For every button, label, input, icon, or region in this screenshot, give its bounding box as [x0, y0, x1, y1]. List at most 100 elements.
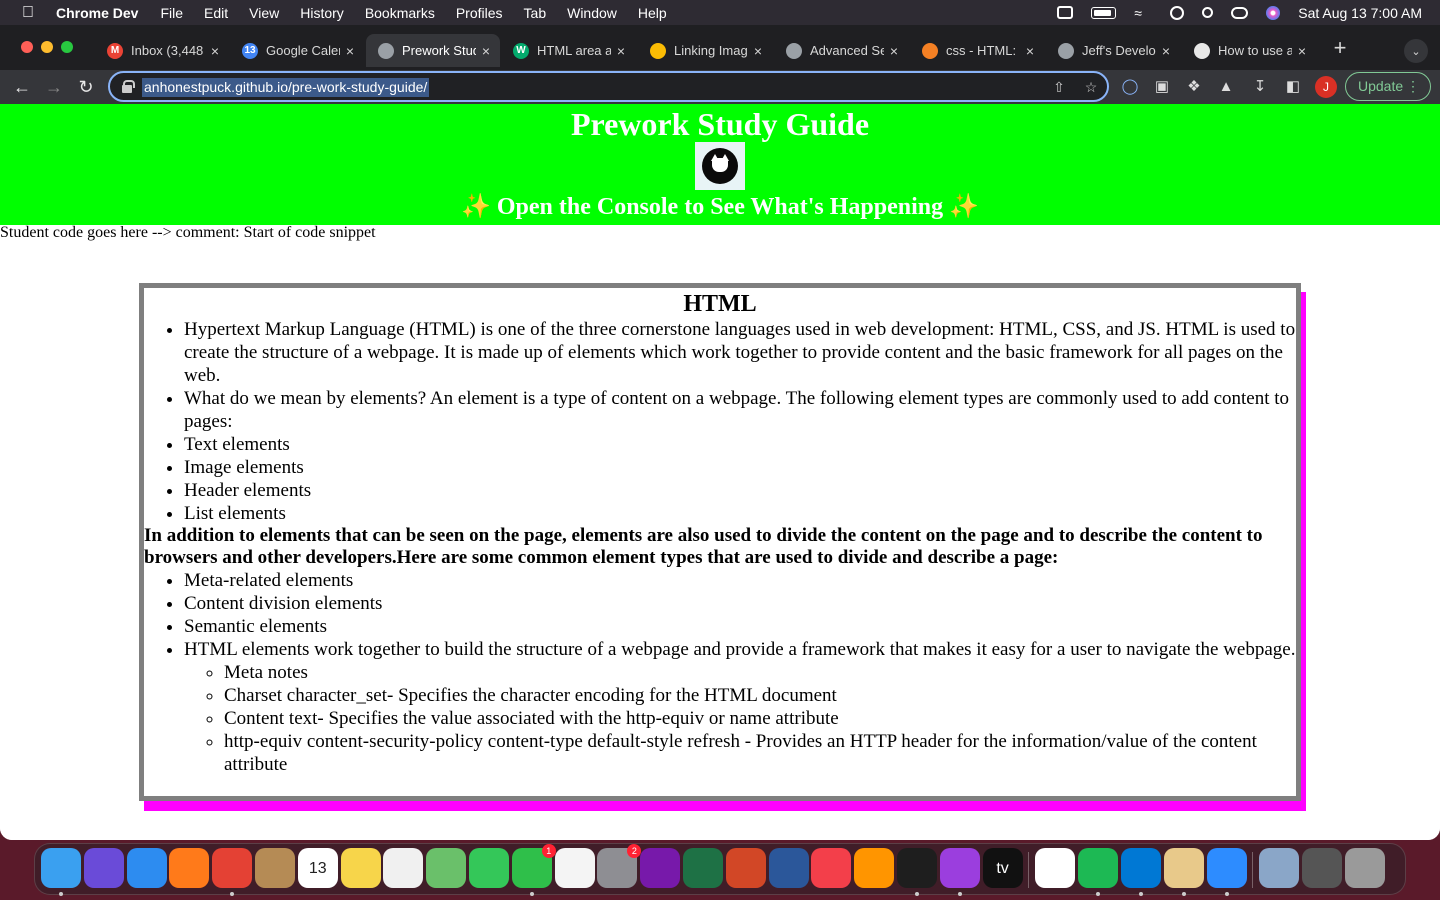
share-icon[interactable]: ⇧ — [1050, 79, 1068, 97]
battery-icon[interactable] — [1091, 6, 1117, 19]
app-menu[interactable]: Chrome Dev — [56, 5, 138, 21]
maps-icon[interactable] — [426, 848, 467, 888]
meta-notes-sublist: Meta notesCharset character_set- Specifi… — [184, 661, 1296, 776]
tab-2[interactable]: Prework Stud × — [366, 34, 500, 67]
tab-5[interactable]: Advanced Se × — [774, 34, 908, 67]
podcasts-icon[interactable] — [939, 848, 980, 888]
lock-icon[interactable] — [122, 80, 135, 93]
calendar-icon[interactable]: 13 — [297, 848, 338, 888]
terminal-icon[interactable] — [897, 848, 937, 888]
powerpoint-icon[interactable] — [725, 848, 766, 888]
back-icon[interactable]: ← — [10, 75, 34, 99]
notification-badge: 1 — [541, 844, 556, 858]
dock-separator — [1252, 852, 1254, 888]
slack-icon[interactable] — [1035, 848, 1076, 888]
system-preferences-icon[interactable]: 2 — [597, 844, 642, 888]
color-picker-extension-icon[interactable]: ◯ — [1120, 77, 1140, 97]
camera-extension-icon[interactable]: ▣ — [1152, 77, 1172, 97]
download-icon[interactable]: ↧ — [1250, 77, 1270, 97]
facetime-icon[interactable]: 1 — [511, 844, 556, 888]
close-tab-icon[interactable]: × — [1298, 43, 1306, 59]
fullscreen-window-button[interactable] — [61, 41, 73, 53]
sublist-item: Meta notes — [224, 661, 1296, 684]
zoom-icon[interactable] — [1206, 848, 1247, 888]
wifi-icon[interactable]: ≈ — [1134, 6, 1152, 20]
tab-4[interactable]: Linking Imag × — [638, 34, 772, 67]
menu-help[interactable]: Help — [638, 5, 667, 21]
close-tab-icon[interactable]: × — [1162, 43, 1170, 59]
update-button-label: Update — [1358, 78, 1404, 94]
finder-icon[interactable] — [41, 848, 81, 888]
chrome-icon[interactable] — [212, 848, 253, 888]
close-tab-icon[interactable]: × — [1026, 43, 1034, 59]
excel-icon[interactable] — [683, 848, 723, 888]
menu-view[interactable]: View — [249, 5, 279, 21]
tab-search-chevron-icon[interactable]: ⌄ — [1404, 39, 1428, 63]
bookmark-star-icon[interactable]: ☆ — [1082, 79, 1100, 97]
control-center-icon[interactable] — [1231, 6, 1249, 19]
menu-clock[interactable]: Sat Aug 13 7:00 AM — [1298, 5, 1422, 21]
menu-bookmarks[interactable]: Bookmarks — [365, 5, 435, 21]
tab-7[interactable]: Jeff's Develo × — [1046, 34, 1180, 67]
vscode-icon[interactable] — [1121, 848, 1161, 888]
profile-avatar[interactable]: J — [1315, 76, 1337, 98]
safari-icon[interactable] — [126, 848, 167, 888]
list-item: Header elements — [184, 479, 1296, 502]
spotlight-search-icon[interactable] — [1202, 7, 1214, 18]
close-tab-icon[interactable]: × — [346, 43, 354, 59]
photos-icon[interactable] — [383, 848, 424, 888]
address-bar[interactable]: anhonestpuck.github.io/pre-work-study-gu… — [108, 71, 1109, 102]
tab-6[interactable]: css - HTML: × — [910, 34, 1044, 67]
more-menu-icon[interactable]: ⋮ — [1406, 73, 1420, 100]
tab-8[interactable]: How to use a × — [1182, 34, 1316, 67]
running-indicator — [957, 892, 962, 896]
siri-icon[interactable] — [83, 848, 124, 888]
menu-file[interactable]: File — [160, 5, 183, 21]
new-tab-button[interactable]: + — [1328, 37, 1352, 61]
minimize-window-button[interactable] — [41, 41, 53, 53]
books-icon[interactable] — [854, 848, 895, 888]
dock-icon-label: tv — [996, 860, 1009, 877]
menu-history[interactable]: History — [300, 5, 344, 21]
menu-window[interactable]: Window — [567, 5, 617, 21]
spotify-icon[interactable] — [1078, 848, 1119, 888]
menu-tab[interactable]: Tab — [524, 5, 547, 21]
close-tab-icon[interactable]: × — [211, 43, 219, 59]
extensions-puzzle-icon[interactable]: ❖ — [1184, 77, 1204, 97]
close-tab-icon[interactable]: × — [890, 43, 898, 59]
reload-icon[interactable]: ↻ — [74, 75, 98, 99]
preview-icon[interactable] — [1259, 848, 1300, 888]
dock-icon-label: 13 — [308, 860, 327, 877]
side-panel-icon[interactable]: ◧ — [1283, 77, 1303, 97]
menu-profiles[interactable]: Profiles — [456, 5, 503, 21]
archive-utility-icon[interactable] — [1163, 848, 1204, 888]
forward-icon[interactable]: → — [42, 75, 66, 99]
apple-menu-icon[interactable]:  — [20, 4, 36, 21]
trash-icon[interactable] — [1345, 848, 1385, 888]
word-icon[interactable] — [768, 848, 809, 888]
messages-icon[interactable] — [469, 848, 509, 888]
tab-0[interactable]: M Inbox (3,448 × — [95, 34, 229, 67]
contacts-icon[interactable] — [255, 848, 295, 888]
labs-flask-icon[interactable]: ▲ — [1216, 77, 1236, 97]
close-tab-icon[interactable]: × — [482, 43, 490, 59]
onenote-icon[interactable] — [640, 848, 681, 888]
url-text[interactable]: anhonestpuck.github.io/pre-work-study-gu… — [142, 78, 430, 97]
screen-record-icon[interactable] — [1057, 6, 1074, 19]
close-tab-icon[interactable]: × — [754, 43, 762, 59]
close-tab-icon[interactable]: × — [617, 43, 625, 59]
siri-icon[interactable] — [1266, 5, 1281, 20]
tab-title: Advanced Se — [810, 43, 884, 58]
update-button[interactable]: Update ⋮ — [1345, 72, 1431, 101]
screen-recording-icon[interactable] — [1302, 848, 1343, 888]
tab-1[interactable]: 13 Google Caler × — [230, 34, 364, 67]
close-window-button[interactable] — [21, 41, 33, 53]
news-icon[interactable] — [811, 848, 852, 888]
firefox-icon[interactable] — [169, 848, 210, 888]
user-icon[interactable] — [1170, 5, 1185, 20]
numbers-icon[interactable] — [554, 848, 595, 888]
menu-edit[interactable]: Edit — [204, 5, 228, 21]
notes-icon[interactable] — [340, 848, 381, 888]
tab-3[interactable]: W HTML area a × — [501, 34, 635, 67]
appletv-icon[interactable]: tv — [982, 848, 1023, 888]
